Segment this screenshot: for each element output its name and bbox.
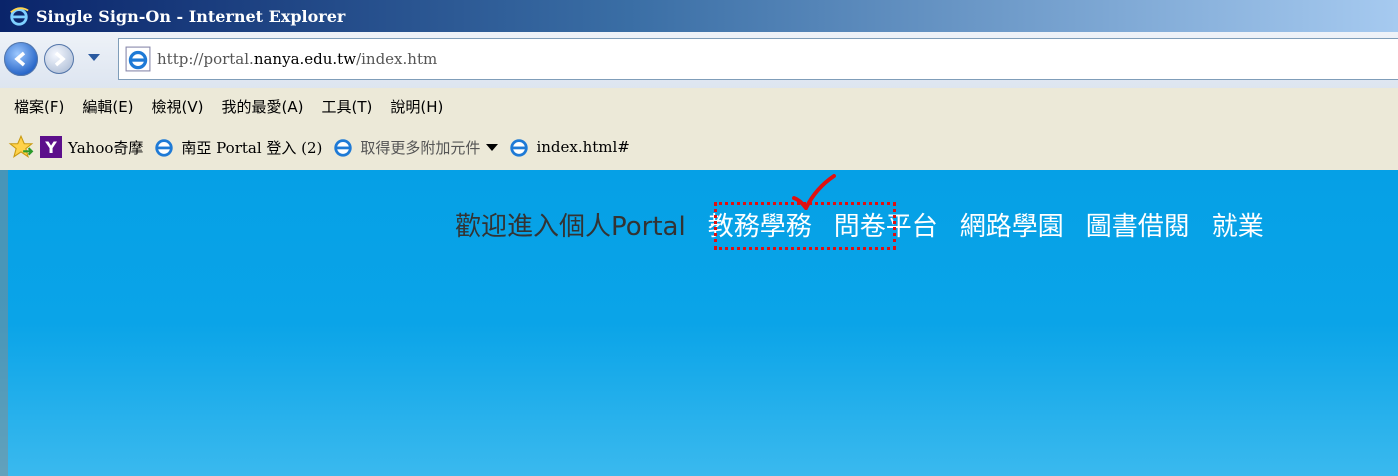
menu-bar: 檔案(F) 編輯(E) 檢視(V) 我的最愛(A) 工具(T) 說明(H) bbox=[0, 88, 1398, 125]
ie-page-icon bbox=[125, 46, 151, 72]
url-text[interactable]: http://portal.nanya.edu.tw/index.htm bbox=[157, 50, 437, 68]
nav-e-learning[interactable]: 網路學園 bbox=[960, 206, 1064, 243]
chevron-down-icon bbox=[486, 143, 499, 151]
favorite-yahoo[interactable]: Y Yahoo奇摩 bbox=[40, 136, 143, 158]
menu-view[interactable]: 檢視(V) bbox=[152, 96, 204, 117]
menu-help[interactable]: 說明(H) bbox=[390, 96, 443, 117]
forward-arrow-icon bbox=[54, 51, 66, 67]
favorites-star-icon[interactable] bbox=[8, 134, 34, 160]
back-arrow-icon bbox=[14, 51, 26, 67]
nav-employment[interactable]: 就業 bbox=[1212, 206, 1264, 243]
ie-page-icon bbox=[510, 139, 529, 157]
menu-file[interactable]: 檔案(F) bbox=[14, 96, 64, 117]
favorite-nanya-portal[interactable]: 南亞 Portal 登入 (2) bbox=[153, 136, 322, 158]
yahoo-icon: Y bbox=[40, 136, 62, 158]
favorite-index[interactable]: index.html# bbox=[508, 136, 630, 158]
window-titlebar: Single Sign-On - Internet Explorer bbox=[0, 0, 1398, 32]
page-content: 歡迎進入個人Portal 教務學務 問卷平台 網路學園 圖書借閱 就業 bbox=[0, 170, 1398, 476]
nav-library[interactable]: 圖書借閱 bbox=[1086, 206, 1190, 243]
back-button[interactable] bbox=[4, 42, 38, 76]
welcome-text: 歡迎進入個人Portal bbox=[455, 212, 686, 242]
internet-explorer-icon bbox=[10, 7, 29, 26]
ie-page-icon bbox=[155, 139, 174, 157]
recent-pages-dropdown[interactable] bbox=[88, 54, 100, 61]
ie-page-icon bbox=[334, 139, 353, 157]
window-title: Single Sign-On - Internet Explorer bbox=[36, 6, 346, 26]
favorite-get-addons[interactable]: 取得更多附加元件 bbox=[332, 136, 499, 158]
left-border bbox=[0, 170, 8, 476]
favorites-bar: Y Yahoo奇摩 南亞 Portal 登入 (2) 取得更多附加元件 inde… bbox=[0, 124, 1398, 171]
menu-edit[interactable]: 編輯(E) bbox=[82, 96, 133, 117]
checkmark-icon bbox=[792, 174, 836, 210]
forward-button[interactable] bbox=[44, 44, 74, 74]
menu-favorites[interactable]: 我的最愛(A) bbox=[222, 96, 304, 117]
address-bar[interactable]: http://portal.nanya.edu.tw/index.htm bbox=[118, 38, 1398, 80]
menu-tools[interactable]: 工具(T) bbox=[321, 96, 372, 117]
address-toolbar: http://portal.nanya.edu.tw/index.htm bbox=[0, 32, 1398, 89]
